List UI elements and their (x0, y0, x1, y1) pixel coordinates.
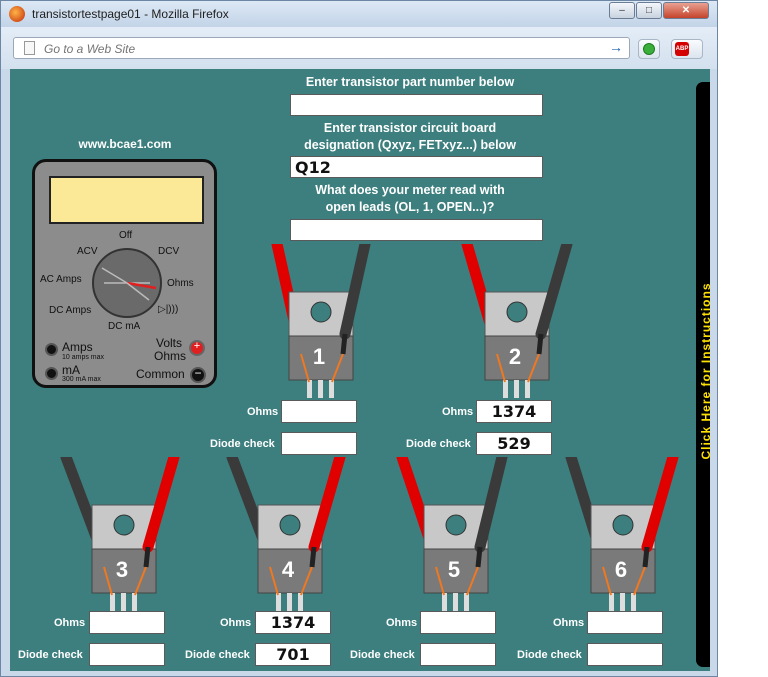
ma-jack-label: mA (62, 363, 80, 377)
dial-label-dc-amps: DC Amps (49, 305, 92, 316)
close-button[interactable]: ✕ (663, 2, 709, 19)
instructions-button[interactable]: Click Here for Instructions (696, 82, 710, 667)
volts-ohms-jack[interactable]: + (189, 340, 205, 356)
designation-input[interactable] (290, 156, 543, 178)
adblock-button[interactable]: ABP (671, 39, 703, 59)
page-content: Enter transistor part number below Enter… (10, 69, 710, 671)
amps-jack-label: Amps (62, 340, 93, 354)
ohms-label: Ohms (442, 406, 474, 418)
gear-icon (643, 43, 655, 55)
transistor-4-ohms-input[interactable] (255, 611, 331, 634)
meter-display (49, 176, 204, 224)
title-bar: transistortestpage01 - Mozilla Firefox –… (1, 1, 717, 27)
transistor-6-number: 6 (614, 557, 628, 582)
ma-jack-note: 300 mA max (62, 376, 101, 383)
transistor-5-diode-input[interactable] (420, 643, 496, 666)
multimeter: Off ACV DCV AC Amps Ohms DC Amps ▷|))) D… (32, 159, 217, 388)
browser-window: transistortestpage01 - Mozilla Firefox –… (0, 0, 718, 677)
firefox-logo-icon (9, 6, 25, 22)
maximize-button[interactable]: □ (636, 2, 662, 19)
transistor-2-number: 2 (508, 344, 522, 369)
dial-label-off: Off (119, 230, 133, 241)
diode-check-label: Diode check (18, 649, 83, 661)
selector-dial[interactable] (92, 248, 162, 318)
dial-label-dcv: DCV (158, 246, 180, 257)
site-url-label: www.bcae1.com (78, 137, 172, 151)
ohms-label: Ohms (553, 617, 585, 629)
diode-check-label: Diode check (350, 649, 415, 661)
open-leads-input[interactable] (290, 219, 543, 241)
dial-label-ohms: Ohms (167, 278, 194, 289)
ohms-jack-label: Ohms (154, 349, 187, 363)
open-leads-label-line1: What does your meter read with (315, 183, 505, 197)
transistor-1-ohms-input[interactable] (281, 400, 357, 423)
transistor-1-diode-input[interactable] (281, 432, 357, 455)
transistor-2-diode-input[interactable] (476, 432, 552, 455)
common-jack-label: Common (136, 367, 185, 381)
amps-jack-note: 10 amps max (62, 354, 105, 361)
dial-label-diode: ▷|))) (158, 304, 179, 315)
designation-label-line1: Enter transistor circuit board (323, 121, 497, 135)
navigation-bar: → ABP (1, 27, 717, 69)
minimize-button[interactable]: – (609, 2, 635, 19)
transistor-3-diode-input[interactable] (89, 643, 165, 666)
dial-label-dc-ma: DC mA (108, 321, 141, 332)
transistor-5-ohms-input[interactable] (420, 611, 496, 634)
part-number-input[interactable] (290, 94, 543, 116)
address-bar[interactable]: → (13, 37, 630, 59)
addon-button[interactable] (638, 39, 660, 59)
diode-check-label: Diode check (517, 649, 582, 661)
transistor-4-diode-input[interactable] (255, 643, 331, 666)
transistor-4-number: 4 (281, 557, 295, 582)
transistor-2-ohms-input[interactable] (476, 400, 552, 423)
transistor-6-diode-input[interactable] (587, 643, 663, 666)
dial-label-ac-amps: AC Amps (40, 274, 82, 285)
diode-check-label: Diode check (185, 649, 250, 661)
ohms-label: Ohms (220, 617, 252, 629)
transistor-5-number: 5 (447, 557, 461, 582)
window-title: transistortestpage01 - Mozilla Firefox (32, 7, 229, 21)
go-arrow-icon[interactable]: → (609, 39, 623, 55)
instructions-label: Click Here for Instructions (699, 282, 710, 460)
volts-jack-label: Volts (156, 336, 183, 350)
address-input[interactable] (44, 41, 604, 57)
transistor-3-number: 3 (115, 557, 129, 582)
ohms-label: Ohms (247, 406, 279, 418)
amps-jack[interactable] (45, 343, 58, 356)
ohms-label: Ohms (386, 617, 418, 629)
adblock-icon: ABP (675, 42, 689, 56)
transistor-1-number: 1 (312, 344, 326, 369)
designation-label-line2: designation (Qxyz, FETxyz...) below (304, 138, 516, 152)
ma-jack[interactable] (45, 367, 58, 380)
transistor-6-ohms-input[interactable] (587, 611, 663, 634)
ohms-label: Ohms (54, 617, 86, 629)
open-leads-label-line2: open leads (OL, 1, OPEN...)? (325, 200, 495, 214)
transistor-3-ohms-input[interactable] (89, 611, 165, 634)
page-icon (24, 41, 35, 55)
common-jack[interactable]: − (190, 367, 206, 383)
diode-check-label: Diode check (210, 438, 275, 450)
part-number-label: Enter transistor part number below (305, 75, 515, 89)
diode-check-label: Diode check (406, 438, 471, 450)
